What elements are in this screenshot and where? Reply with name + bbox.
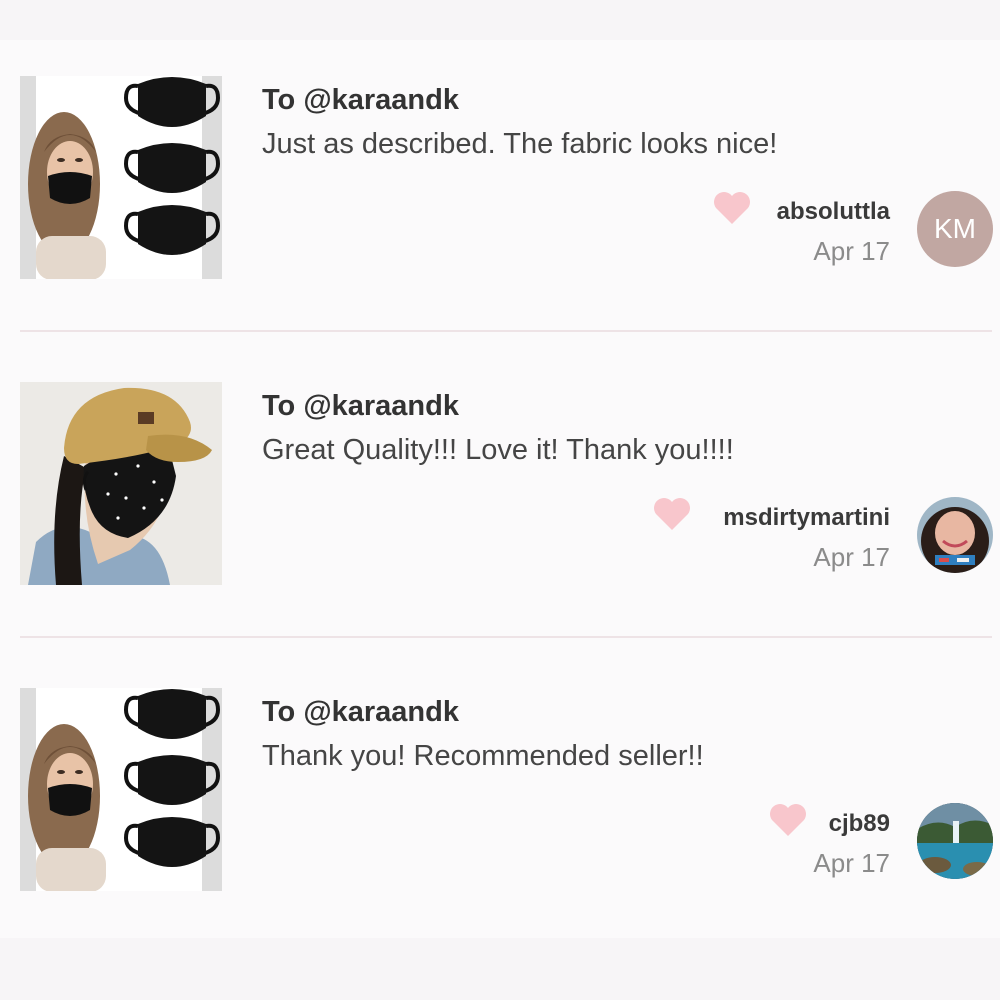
product-thumbnail[interactable] [20,688,222,891]
reviewer-username[interactable]: absoluttla [777,198,890,226]
review-date: Apr 17 [813,542,890,572]
heart-icon[interactable] [768,802,808,838]
review-list: To @karaandk Just as described. The fabr… [0,40,1000,938]
review-item: To @karaandk Just as described. The fabr… [0,40,1000,346]
review-message: Just as described. The fabric looks nice… [262,128,778,160]
avatar[interactable] [917,803,993,879]
heart-icon[interactable] [652,496,692,532]
review-date: Apr 17 [813,236,890,266]
bottom-band [0,938,1000,1000]
review-message: Thank you! Recommended seller!! [262,740,704,772]
review-recipient: To @karaandk [262,390,459,422]
heart-icon[interactable] [712,190,752,226]
divider [20,636,992,638]
review-recipient: To @karaandk [262,696,459,728]
avatar-initials: KM [934,213,976,244]
reviewer-username[interactable]: cjb89 [829,810,890,838]
review-item: To @karaandk Thank you! Recommended sell… [0,652,1000,958]
review-recipient: To @karaandk [262,84,459,116]
reviewer-username[interactable]: msdirtymartini [723,504,890,532]
divider [20,330,992,332]
product-thumbnail[interactable] [20,76,222,279]
product-thumbnail[interactable] [20,382,222,585]
review-date: Apr 17 [813,848,890,878]
top-band [0,0,1000,40]
avatar[interactable]: KM [917,191,993,267]
review-item: To @karaandk Great Quality!!! Love it! T… [0,346,1000,652]
review-message: Great Quality!!! Love it! Thank you!!!! [262,434,734,466]
avatar[interactable] [917,497,993,573]
